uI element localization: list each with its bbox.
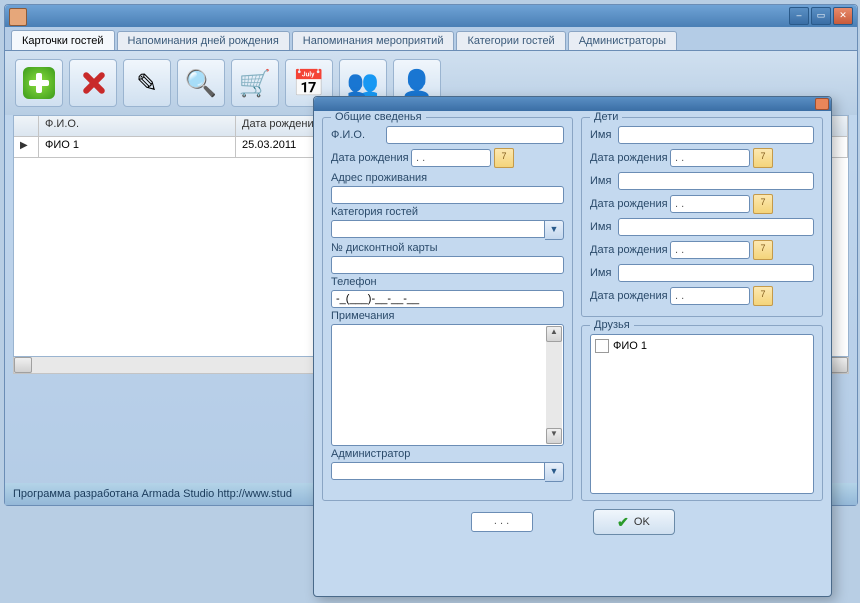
tab-guest-cards[interactable]: Карточки гостей bbox=[11, 30, 115, 50]
dob-input[interactable]: . . bbox=[411, 149, 491, 167]
child1-dob-input[interactable]: . . bbox=[670, 149, 750, 167]
label-phone: Телефон bbox=[331, 276, 564, 288]
children-group-title: Дети bbox=[590, 111, 622, 123]
x-icon bbox=[77, 67, 109, 99]
main-tabs: Карточки гостей Напоминания дней рождени… bbox=[5, 27, 857, 51]
label-child-dob: Дата рождения bbox=[590, 244, 670, 256]
admin-input[interactable] bbox=[331, 462, 545, 480]
scroll-right-button[interactable] bbox=[830, 357, 848, 373]
label-child-name: Имя bbox=[590, 267, 618, 279]
users-icon: 👥 bbox=[347, 67, 379, 99]
close-button[interactable]: ✕ bbox=[833, 7, 853, 25]
search-icon: 🔍 bbox=[185, 67, 217, 99]
ok-label: OK bbox=[634, 516, 650, 528]
child2-name-input[interactable] bbox=[618, 172, 814, 190]
tab-administrators[interactable]: Администраторы bbox=[568, 31, 677, 50]
tab-event-reminders[interactable]: Напоминания мероприятий bbox=[292, 31, 455, 50]
edit-button[interactable]: ✎ bbox=[123, 59, 171, 107]
maximize-button[interactable]: ▭ bbox=[811, 7, 831, 25]
app-icon bbox=[9, 8, 27, 26]
discount-input[interactable] bbox=[331, 256, 564, 274]
dob-calendar-button[interactable]: 7 bbox=[494, 148, 514, 168]
row-indicator-icon: ▶ bbox=[20, 140, 28, 151]
scroll-left-button[interactable] bbox=[14, 357, 32, 373]
label-notes: Примечания bbox=[331, 310, 564, 322]
ok-button[interactable]: ✔ OK bbox=[593, 509, 675, 535]
label-admin: Администратор bbox=[331, 448, 564, 460]
scroll-up-button[interactable]: ▲ bbox=[546, 326, 562, 342]
child3-dob-input[interactable]: . . bbox=[670, 241, 750, 259]
notes-scrollbar[interactable]: ▲ ▼ bbox=[546, 326, 562, 444]
label-child-dob: Дата рождения bbox=[590, 152, 670, 164]
friends-list[interactable]: ФИО 1 bbox=[590, 334, 814, 494]
label-category: Категория гостей bbox=[331, 206, 564, 218]
dropdown-icon[interactable]: ▼ bbox=[545, 462, 564, 482]
calendar-button[interactable]: 7 bbox=[753, 286, 773, 306]
admin-select[interactable]: ▼ bbox=[331, 462, 564, 482]
child2-dob-input[interactable]: . . bbox=[670, 195, 750, 213]
notes-textarea[interactable]: ▲ ▼ bbox=[331, 324, 564, 446]
stroller-icon: 🛒 bbox=[239, 67, 271, 99]
address-input[interactable] bbox=[331, 186, 564, 204]
phone-input[interactable] bbox=[331, 290, 564, 308]
label-child-dob: Дата рождения bbox=[590, 198, 670, 210]
tab-birthday-reminders[interactable]: Напоминания дней рождения bbox=[117, 31, 290, 50]
label-child-dob: Дата рождения bbox=[590, 290, 670, 302]
guest-dialog: Общие сведенья Ф.И.О. Дата рождения . . … bbox=[313, 96, 832, 597]
child4-name-input[interactable] bbox=[618, 264, 814, 282]
child4-dob-input[interactable]: . . bbox=[670, 287, 750, 305]
child1-name-input[interactable] bbox=[618, 126, 814, 144]
fio-input[interactable] bbox=[386, 126, 564, 144]
edit-icon: ✎ bbox=[136, 67, 158, 99]
tab-guest-categories[interactable]: Категории гостей bbox=[456, 31, 565, 50]
calendar-button[interactable]: 7 bbox=[753, 148, 773, 168]
search-button[interactable]: 🔍 bbox=[177, 59, 225, 107]
calendar-button[interactable]: 7 bbox=[753, 240, 773, 260]
label-child-name: Имя bbox=[590, 129, 618, 141]
dialog-close-button[interactable] bbox=[815, 98, 829, 110]
category-select[interactable]: ▼ bbox=[331, 220, 564, 240]
label-child-name: Имя bbox=[590, 221, 618, 233]
stroller-button[interactable]: 🛒 bbox=[231, 59, 279, 107]
check-icon: ✔ bbox=[617, 514, 629, 531]
calendar-icon: 📅 bbox=[293, 67, 325, 99]
label-discount: № дисконтной карты bbox=[331, 242, 564, 254]
scroll-down-button[interactable]: ▼ bbox=[546, 428, 562, 444]
add-button[interactable] bbox=[15, 59, 63, 107]
minimize-button[interactable]: – bbox=[789, 7, 809, 25]
cell-fio: ФИО 1 bbox=[39, 137, 236, 157]
delete-button[interactable] bbox=[69, 59, 117, 107]
main-titlebar[interactable]: – ▭ ✕ bbox=[5, 5, 857, 27]
friend-item[interactable]: ФИО 1 bbox=[595, 339, 809, 353]
plus-icon bbox=[23, 67, 55, 99]
label-child-name: Имя bbox=[590, 175, 618, 187]
label-dob: Дата рождения bbox=[331, 152, 411, 164]
friends-group-title: Друзья bbox=[590, 319, 634, 331]
child3-name-input[interactable] bbox=[618, 218, 814, 236]
footer-date-input[interactable]: . . . bbox=[471, 512, 533, 532]
general-group-title: Общие сведенья bbox=[331, 111, 426, 123]
label-fio: Ф.И.О. bbox=[331, 129, 386, 141]
general-group: Общие сведенья Ф.И.О. Дата рождения . . … bbox=[322, 117, 573, 501]
friend-label: ФИО 1 bbox=[613, 340, 647, 352]
dialog-titlebar[interactable] bbox=[314, 97, 831, 111]
dropdown-icon[interactable]: ▼ bbox=[545, 220, 564, 240]
friend-checkbox[interactable] bbox=[595, 339, 609, 353]
label-address: Адрес проживания bbox=[331, 172, 564, 184]
children-group: Дети Имя Дата рождения. .7 Имя Дата рожд… bbox=[581, 117, 823, 317]
add-user-icon: 👤 bbox=[401, 67, 433, 99]
calendar-button[interactable]: 7 bbox=[753, 194, 773, 214]
col-fio[interactable]: Ф.И.О. bbox=[39, 116, 236, 136]
friends-group: Друзья ФИО 1 bbox=[581, 325, 823, 501]
category-input[interactable] bbox=[331, 220, 545, 238]
